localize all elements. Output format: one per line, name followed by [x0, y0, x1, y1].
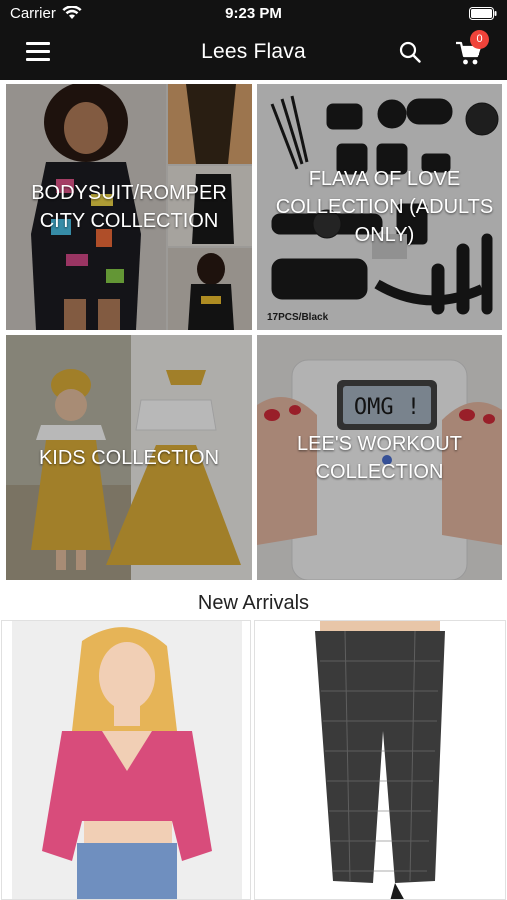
product-card[interactable] — [254, 620, 506, 900]
nav-bar: Lees Flava — [0, 28, 507, 80]
category-card-bodysuit-romper[interactable]: BODYSUIT/ROMPER CITY COLLECTION — [6, 84, 252, 330]
cart-count-badge: 0 — [470, 30, 489, 49]
search-icon[interactable] — [399, 41, 421, 63]
battery-icon — [469, 7, 497, 20]
product-image — [12, 621, 242, 899]
product-card[interactable] — [1, 620, 251, 900]
status-bar: Carrier 9:23 PM — [0, 0, 507, 28]
category-card-workout[interactable]: OMG ! LEE'S WORKOUT COLLECTION — [257, 335, 502, 580]
new-arrivals-title: New Arrivals — [197, 592, 310, 614]
category-card-kids[interactable]: KIDS COLLECTION — [6, 335, 252, 580]
app-header: Carrier 9:23 PM Lees Flava — [0, 0, 507, 80]
app-title: Lees Flava — [201, 40, 306, 63]
category-label: FLAVA OF LOVE COLLECTION (ADULTS ONLY) — [275, 168, 494, 246]
category-label: BODYSUIT/ROMPER CITY COLLECTION — [31, 182, 227, 232]
category-label: KIDS COLLECTION — [38, 446, 220, 469]
category-card-flava-of-love[interactable]: 17PCS/Black FLAVA OF LOVE COLLECTION (AD… — [257, 84, 502, 330]
product-image — [255, 621, 505, 899]
category-label: LEE'S WORKOUT COLLECTION — [297, 432, 462, 483]
status-time: 9:23 PM — [225, 5, 282, 22]
